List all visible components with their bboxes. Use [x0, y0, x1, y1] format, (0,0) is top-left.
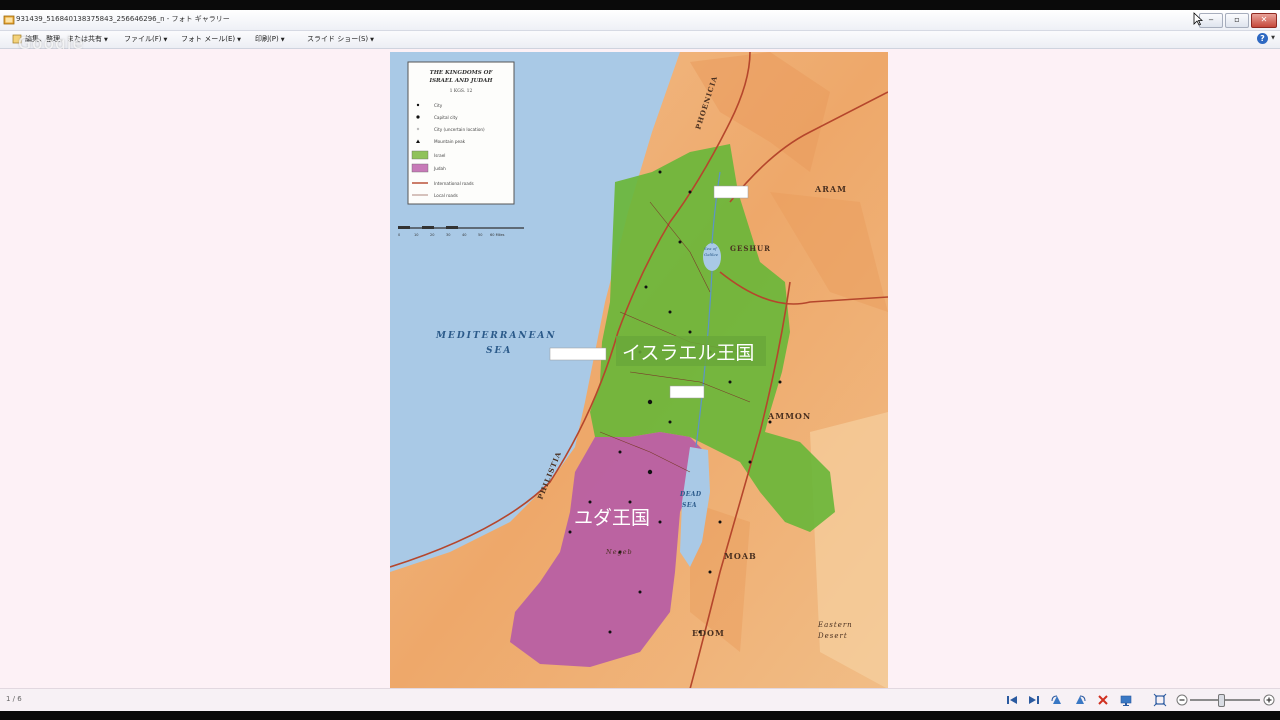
label-israel-kingdom: イスラエル王国 [622, 342, 754, 364]
label-moab: MOAB [724, 551, 757, 561]
legend-uncertain: City (uncertain location) [434, 127, 485, 132]
label-geshur: GESHUR [730, 244, 771, 253]
label-judah-kingdom: ユダ王国 [574, 507, 650, 529]
map-image[interactable]: THE KINGDOMS OF ISRAEL AND JUDAH 1 KGS. … [390, 52, 888, 689]
help-dropdown-icon[interactable]: ▼ [1271, 35, 1275, 41]
actual-size-icon[interactable] [1153, 693, 1167, 707]
svg-text:60 Miles: 60 Miles [490, 233, 505, 237]
zoom-slider[interactable] [1190, 699, 1260, 701]
photo-gallery-window: 931439_516840138375843_256646296_n - フォト… [0, 10, 1280, 711]
zoom-slider-thumb[interactable] [1218, 694, 1225, 707]
close-button[interactable]: ✕ [1251, 13, 1277, 28]
legend-mountain: Mountain peak [434, 139, 466, 144]
next-icon[interactable] [1027, 693, 1041, 707]
help-icon[interactable]: ? [1257, 33, 1268, 44]
label-edom: EDOM [692, 628, 725, 638]
legend-local-roads: Local roads [434, 193, 458, 198]
svg-text:30: 30 [446, 233, 450, 237]
zoom-in-icon[interactable] [1262, 693, 1276, 707]
mouse-cursor-icon [1193, 12, 1203, 26]
slideshow-icon[interactable] [1119, 693, 1133, 707]
label-eastern: Eastern [817, 621, 853, 629]
label-ammon: AMMON [767, 411, 811, 421]
svg-text:20: 20 [430, 233, 434, 237]
label-mediterranean: MEDITERRANEAN [435, 331, 557, 341]
label-sea: SEA [486, 346, 512, 356]
label-dead-sea: SEA [682, 502, 697, 509]
legend-title-2: ISRAEL AND JUDAH [429, 78, 494, 84]
photo-viewer: THE KINGDOMS OF ISRAEL AND JUDAH 1 KGS. … [0, 49, 1280, 689]
label-aram: ARAM [814, 184, 847, 194]
delete-icon[interactable] [1096, 693, 1110, 707]
legend-subtitle: 1 KGS. 12 [450, 88, 473, 94]
status-bar: 1 / 6 [0, 688, 1280, 711]
label-galilee: Galilee [704, 252, 719, 257]
title-bar: 931439_516840138375843_256646296_n - フォト… [0, 10, 1280, 31]
legend-israel: Israel [434, 153, 445, 158]
kingdoms-map: THE KINGDOMS OF ISRAEL AND JUDAH 1 KGS. … [390, 52, 888, 689]
previous-icon[interactable] [1005, 693, 1019, 707]
zoom-out-icon[interactable] [1175, 693, 1189, 707]
rotate-left-icon[interactable] [1050, 693, 1064, 707]
label-sea-of: Sea of [704, 246, 718, 251]
svg-text:0: 0 [398, 233, 400, 237]
svg-text:50: 50 [478, 233, 482, 237]
menu-bar: 編集、整理、または共有 ▼ ファイル(F) ▼ フォト メール(E) ▼ 印刷(P) ▼… [0, 31, 1280, 49]
label-negeb: Negeb [605, 548, 633, 556]
menu-file[interactable]: ファイル(F) ▼ [124, 34, 167, 44]
legend-judah: Judah [433, 166, 446, 171]
legend-title-1: THE KINGDOMS OF [430, 70, 494, 76]
menu-photo-mail[interactable]: フォト メール(E) ▼ [181, 34, 241, 44]
legend-capital: Capital city [434, 115, 458, 120]
label-dead: DEAD [679, 491, 702, 498]
menu-print[interactable]: 印刷(P) ▼ [255, 34, 285, 44]
svg-text:10: 10 [414, 233, 418, 237]
map-legend: THE KINGDOMS OF ISRAEL AND JUDAH 1 KGS. … [407, 61, 515, 205]
rotate-right-icon[interactable] [1073, 693, 1087, 707]
svg-text:40: 40 [462, 233, 466, 237]
legend-intl-roads: International roads [434, 181, 474, 186]
menu-slideshow[interactable]: スライド ショー(S) ▼ [307, 34, 374, 44]
label-desert: Desert [817, 632, 848, 640]
maximize-button[interactable]: ▫ [1225, 13, 1249, 28]
page-counter: 1 / 6 [6, 695, 22, 703]
window-title: 931439_516840138375843_256646296_n - フォト… [16, 15, 230, 23]
photo-gallery-app-icon [3, 15, 15, 25]
legend-city: City [434, 103, 443, 108]
